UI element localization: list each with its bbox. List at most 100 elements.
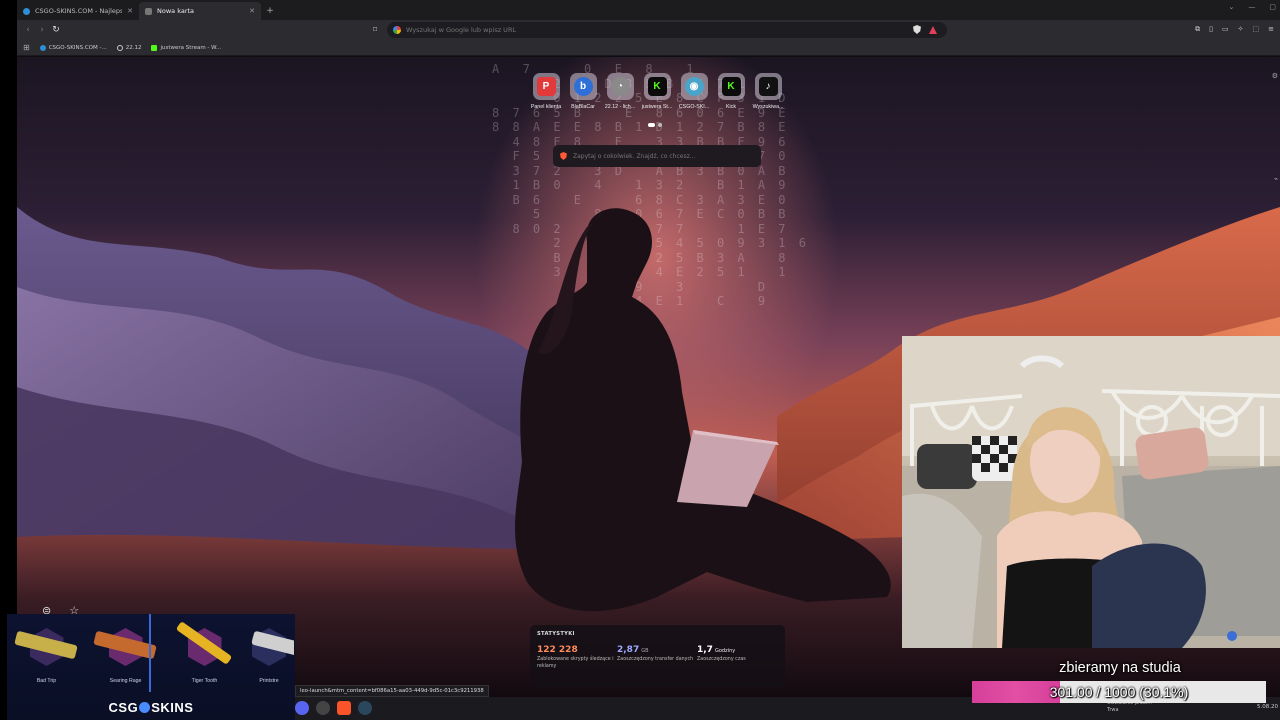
left-black-strip (0, 0, 17, 720)
page-dot[interactable] (658, 123, 662, 127)
chevron-down-icon[interactable]: ⌄ (1229, 3, 1235, 11)
bookmark-label: 22.12 (125, 44, 142, 51)
obs-icon[interactable] (316, 701, 330, 715)
brave-icon[interactable] (337, 701, 351, 715)
csgo-skins-overlay: Bad Trip Searing Rage Tiger Tooth Prints… (7, 614, 295, 720)
extensions-icon[interactable]: ⧉ (1195, 25, 1200, 34)
site-label: 22.12 - lich... (604, 104, 636, 110)
site-label: Kick (725, 104, 736, 110)
top-site-csgo-skins[interactable]: ◉ CSGO-SKI... (679, 73, 709, 110)
logo-text-left: CSG (108, 700, 139, 715)
blablacar-icon: b (573, 77, 593, 96)
ask-input[interactable] (573, 152, 753, 160)
webcam-scene (902, 336, 1280, 648)
skin-name: Bad Trip (36, 678, 57, 684)
kick-icon: K (721, 77, 741, 96)
top-site-blablacar[interactable]: b BlaBlaCar (568, 73, 598, 110)
stat-value: 2,87 (617, 645, 640, 655)
tab-csgo-skins[interactable]: CSGO-SKINS.COM - Najlepsze Skrzy ✕ (17, 2, 139, 20)
webcam-feed (902, 336, 1280, 648)
site-label: CSGO-SKI... (678, 104, 710, 110)
ask-search-box[interactable] (553, 145, 761, 167)
skin-item: Printstre (244, 618, 294, 690)
browser-toolbar: ‹ › ↻ ⌑ ⧉ ▯ ▭ ✧ ⬚ ≡ (17, 20, 1280, 40)
settings-gear-icon[interactable]: ⚙ (1272, 72, 1278, 80)
stat-data-saved: 2,87 GB Zaoszczędzony transfer danych (617, 645, 697, 670)
minimize-icon[interactable]: — (1248, 3, 1255, 11)
csgo-skins-logo: CSG SKINS (7, 700, 295, 715)
panel-klienta-icon: P (536, 77, 556, 96)
csgo-icon (39, 44, 46, 51)
puzzle-icon[interactable]: ⬚ (1253, 25, 1260, 34)
google-icon (393, 26, 401, 34)
bookmark-lichess[interactable]: 22.12 (116, 44, 142, 51)
apps-grid-icon[interactable]: ⊞ (23, 43, 30, 52)
goal-progress-bar: 301.00 / 1000 (30.1%) (972, 681, 1266, 703)
address-input[interactable] (406, 26, 876, 34)
goal-title: zbieramy na studia (1059, 660, 1181, 676)
maximize-icon[interactable]: ▢ (1269, 3, 1276, 11)
tiktok-icon: ♪ (758, 77, 778, 96)
top-site-justwera[interactable]: K justwera St... (642, 73, 672, 110)
sidebar-icon[interactable]: ▯ (1209, 25, 1213, 34)
bookmarks-bar: ⊞ CSGO-SKINS.COM -... 22.12 justwera Str… (17, 40, 1280, 56)
page-dot-active[interactable] (648, 123, 655, 127)
reload-button[interactable]: ↻ (49, 25, 63, 35)
site-tile: b (569, 73, 597, 100)
back-button[interactable]: ‹ (21, 25, 35, 35)
tab-new-tab[interactable]: Nowa karta ✕ (139, 2, 261, 20)
skin-item: Tiger Tooth (165, 618, 244, 690)
edge-handle-icon[interactable]: ⌁ (1274, 175, 1278, 183)
brave-rewards-icon[interactable] (929, 26, 937, 34)
site-label: Panel klienta (530, 104, 562, 110)
site-label: BlaBlaCar (571, 104, 595, 110)
logo-circle-icon (139, 702, 151, 713)
stat-unit: Godziny (714, 648, 736, 654)
screen: CSGO-SKINS.COM - Najlepsze Skrzy ✕ Nowa … (0, 0, 1280, 720)
site-tile: K (643, 73, 671, 100)
tab-bar: CSGO-SKINS.COM - Najlepsze Skrzy ✕ Nowa … (17, 0, 1280, 20)
close-icon[interactable]: ✕ (249, 7, 255, 15)
bookmark-csgo[interactable]: CSGO-SKINS.COM -... (39, 44, 107, 51)
logo-text-right: SKINS (151, 700, 194, 715)
site-label: Wyszukiwa... (752, 104, 784, 110)
forward-button[interactable]: › (35, 25, 49, 35)
stat-time-saved: 1,7 Godziny Zaoszczędzony czas (697, 645, 777, 670)
steam-icon[interactable] (358, 701, 372, 715)
top-sites: P Panel klienta b BlaBlaCar ◔ 22.12 - li… (531, 73, 783, 110)
site-label: justwera St... (641, 104, 673, 110)
lichess-icon: ◔ (610, 77, 630, 96)
top-site-lichess[interactable]: ◔ 22.12 - lich... (605, 73, 635, 110)
leo-icon[interactable]: ✧ (1238, 25, 1244, 34)
toolbar-icons: ⧉ ▯ ▭ ✧ ⬚ ≡ (1195, 25, 1274, 34)
tray-clock[interactable]: 5.08.20 (1257, 704, 1278, 710)
stats-title: STATYSTYKI (537, 631, 575, 637)
site-tile: ◔ (606, 73, 634, 100)
goal-progress-text: 301.00 / 1000 (30.1%) (1049, 684, 1189, 700)
notification-status: Trwa (1107, 707, 1119, 713)
top-site-tiktok[interactable]: ♪ Wyszukiwa... (753, 73, 783, 110)
stat-unit: GB (641, 648, 649, 654)
close-icon[interactable]: ✕ (127, 7, 133, 15)
new-tab-button[interactable]: + (261, 2, 279, 20)
skin-name: Searing Rage (109, 678, 142, 684)
bookmark-icon[interactable]: ⌑ (373, 25, 377, 34)
top-site-kick[interactable]: K Kick (716, 73, 746, 110)
address-bar[interactable] (387, 22, 947, 38)
brave-shield-icon[interactable] (913, 25, 921, 34)
bookmark-justwera[interactable]: justwera Stream - W... (151, 44, 221, 51)
wallet-icon[interactable]: ▭ (1222, 25, 1229, 34)
site-tile: K (717, 73, 745, 100)
top-site-panel-klienta[interactable]: P Panel klienta (531, 73, 561, 110)
discord-icon[interactable] (295, 701, 309, 715)
site-tile: P (532, 73, 560, 100)
tab-label: CSGO-SKINS.COM - Najlepsze Skrzy (35, 7, 123, 15)
menu-icon[interactable]: ≡ (1268, 25, 1274, 34)
top-sites-pager[interactable] (648, 123, 662, 127)
stat-blocked: 122 228 Zablokowane skrypty śledzące i r… (537, 645, 617, 670)
stat-value: 1,7 (697, 645, 713, 655)
bookmark-label: CSGO-SKINS.COM -... (48, 44, 107, 51)
status-bar-url: leo-launch&mtm_content=bf086a15-aa03-449… (295, 685, 489, 697)
clock-icon (116, 44, 123, 51)
tab-label: Nowa karta (157, 7, 195, 15)
